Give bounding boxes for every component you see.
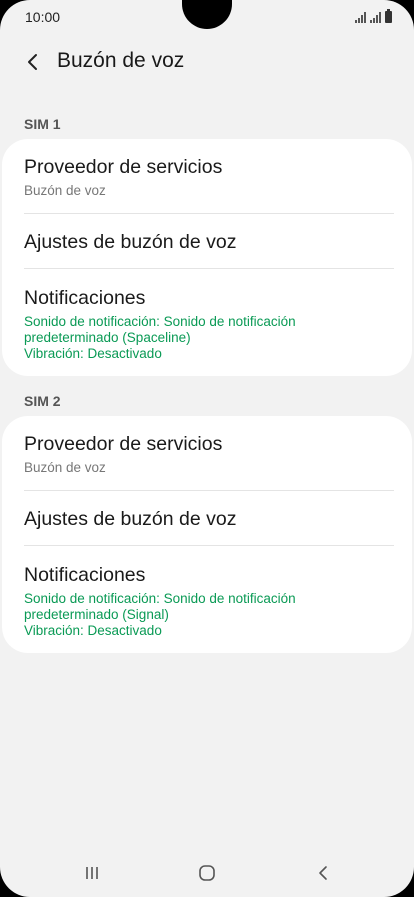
sim1-notifications-item[interactable]: Notificaciones Sonido de notificación: S… — [24, 286, 412, 362]
nav-back-button[interactable] — [303, 860, 343, 886]
sim2-voicemail-settings-title: Ajustes de buzón de voz — [24, 508, 237, 530]
screen: 10:00 Buzón de voz SIM 1 Proveedor de se… — [0, 0, 414, 897]
sim1-notification-sound: Sonido de notificación: Sonido de notifi… — [24, 314, 296, 345]
sim1-service-provider-item[interactable]: Proveedor de servicios Buzón de voz — [24, 155, 412, 200]
chevron-left-icon — [28, 54, 37, 70]
sim2-signal-icon — [370, 12, 381, 23]
recents-button[interactable] — [72, 860, 112, 886]
divider — [24, 213, 394, 214]
recents-icon — [86, 867, 98, 879]
home-button[interactable] — [187, 860, 227, 886]
nav-back-icon — [319, 866, 327, 880]
sim1-service-provider-title: Proveedor de servicios — [24, 156, 223, 178]
sim2-section-label: SIM 2 — [24, 393, 61, 409]
sim2-service-provider-sub: Buzón de voz — [24, 460, 106, 475]
sim2-card: Proveedor de servicios Buzón de voz Ajus… — [2, 416, 412, 653]
navigation-bar — [0, 848, 414, 896]
sim1-section-label: SIM 1 — [24, 116, 61, 132]
sim2-service-provider-title: Proveedor de servicios — [24, 433, 223, 455]
page-title: Buzón de voz — [57, 49, 185, 72]
status-icons — [355, 9, 392, 23]
home-icon — [199, 865, 215, 881]
camera-notch — [182, 0, 232, 29]
sim2-voicemail-settings-item[interactable]: Ajustes de buzón de voz — [24, 507, 412, 531]
status-time: 10:00 — [25, 9, 61, 25]
sim1-signal-icon — [355, 12, 366, 23]
sim1-card: Proveedor de servicios Buzón de voz Ajus… — [2, 139, 412, 376]
sim2-notifications-item[interactable]: Notificaciones Sonido de notificación: S… — [24, 563, 412, 639]
sim1-voicemail-settings-title: Ajustes de buzón de voz — [24, 231, 237, 253]
sim2-notifications-title: Notificaciones — [24, 564, 146, 586]
back-button[interactable] — [18, 47, 48, 77]
sim1-voicemail-settings-item[interactable]: Ajustes de buzón de voz — [24, 230, 412, 254]
status-bar: 10:00 — [0, 0, 414, 34]
sim2-notification-sound: Sonido de notificación: Sonido de notifi… — [24, 591, 296, 622]
divider — [24, 268, 394, 269]
sim1-service-provider-sub: Buzón de voz — [24, 183, 106, 198]
sim2-service-provider-item[interactable]: Proveedor de servicios Buzón de voz — [24, 432, 412, 477]
sim1-notifications-title: Notificaciones — [24, 287, 146, 309]
sim2-vibration-status: Vibración: Desactivado — [24, 623, 162, 638]
divider — [24, 545, 394, 546]
battery-icon — [385, 9, 392, 23]
sim1-vibration-status: Vibración: Desactivado — [24, 346, 162, 361]
app-header: Buzón de voz — [0, 40, 414, 84]
divider — [24, 490, 394, 491]
